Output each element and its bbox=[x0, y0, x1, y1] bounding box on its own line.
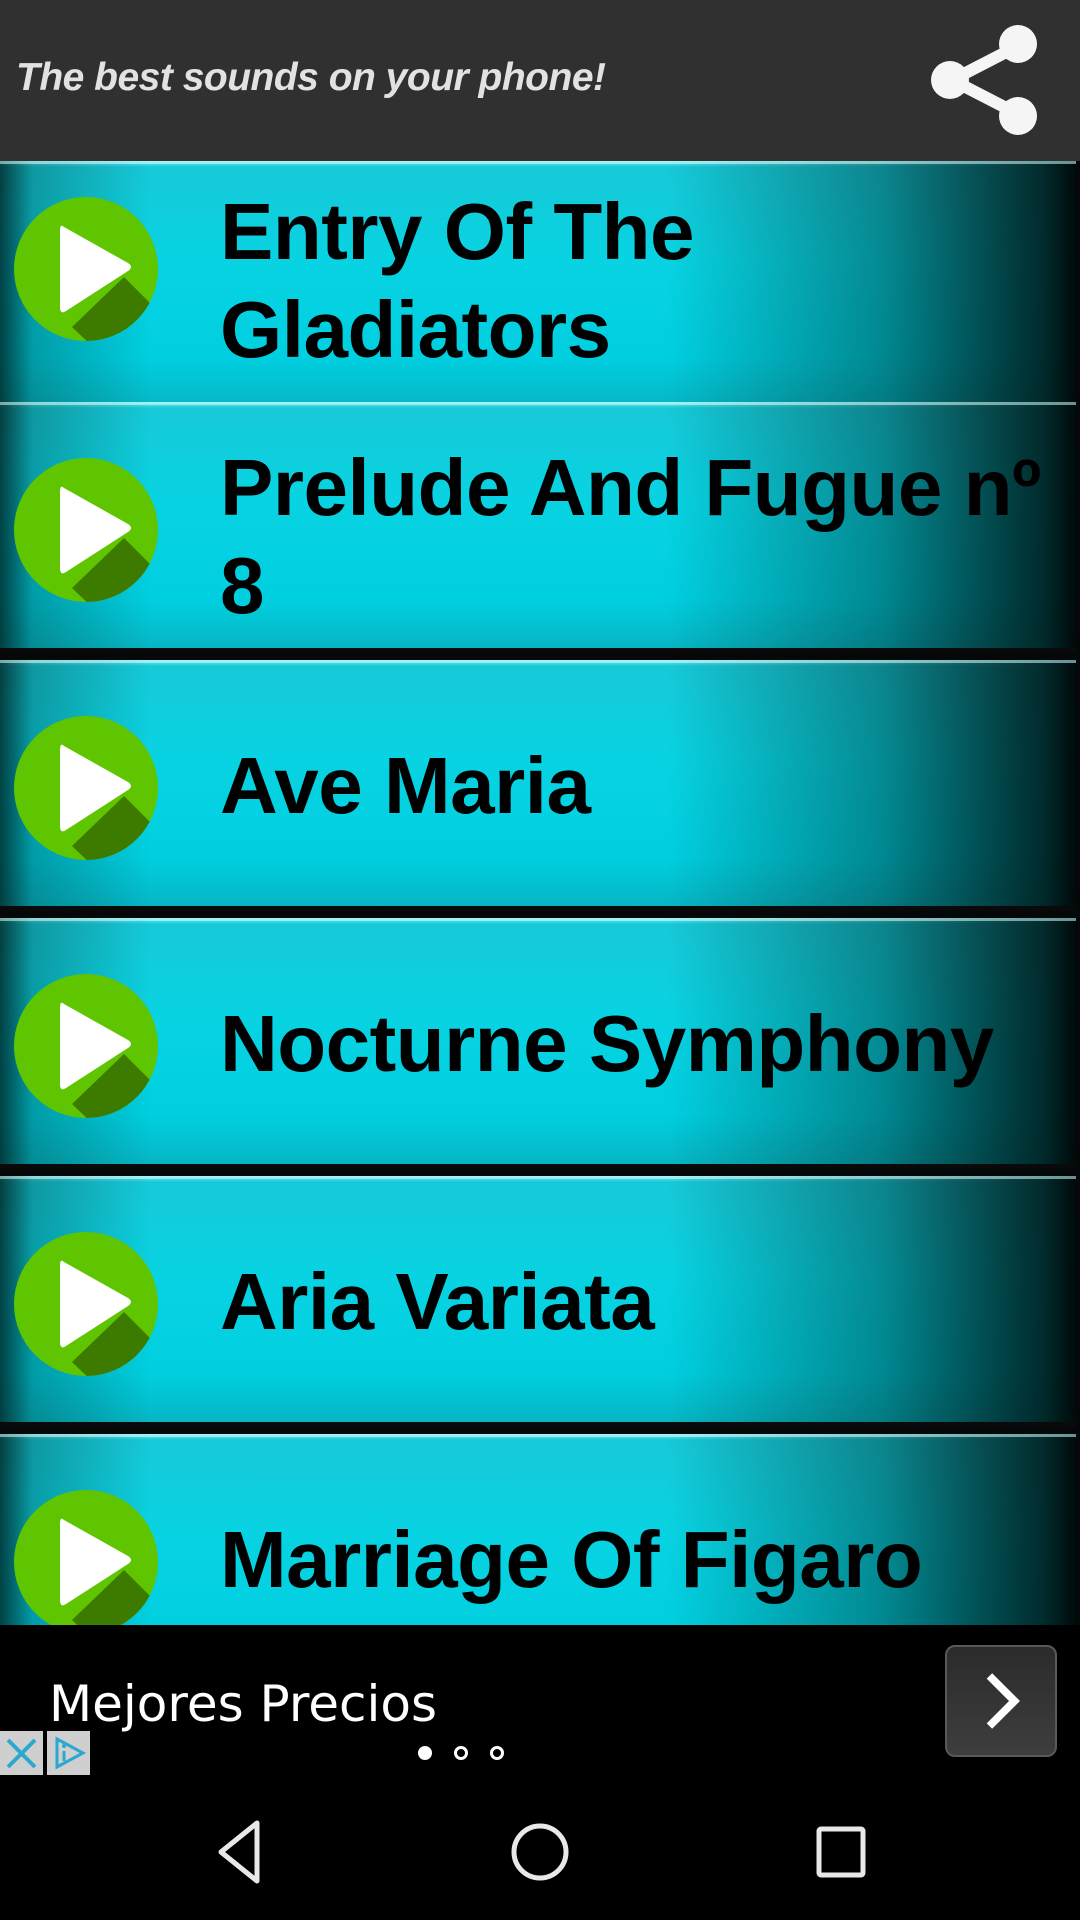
recents-icon[interactable] bbox=[805, 1817, 875, 1887]
sound-item[interactable]: Entry Of The Gladiators bbox=[0, 161, 1076, 412]
sound-title: Aria Variata bbox=[220, 1257, 655, 1346]
carousel-dot-active[interactable] bbox=[418, 1746, 432, 1760]
sound-title: Nocturne Symphony bbox=[220, 999, 994, 1088]
sound-title: Marriage Of Figaro bbox=[220, 1515, 923, 1604]
share-icon[interactable] bbox=[930, 22, 1042, 138]
app-header: The best sounds on your phone! bbox=[0, 0, 1080, 161]
sound-item[interactable]: Marriage Of Figaro bbox=[0, 1434, 1076, 1625]
ad-carousel-indicator bbox=[418, 1743, 504, 1763]
play-icon[interactable] bbox=[14, 974, 158, 1118]
close-icon[interactable] bbox=[0, 1731, 43, 1775]
sound-item[interactable]: Aria Variata bbox=[0, 1176, 1076, 1427]
carousel-dot[interactable] bbox=[490, 1746, 504, 1760]
sound-item[interactable]: Prelude And Fugue nº 8 bbox=[0, 402, 1076, 653]
header-title: The best sounds on your phone! bbox=[16, 56, 606, 99]
chevron-right-icon[interactable] bbox=[945, 1645, 1057, 1757]
play-icon[interactable] bbox=[14, 1490, 158, 1625]
play-icon[interactable] bbox=[14, 716, 158, 860]
back-icon[interactable] bbox=[205, 1817, 275, 1887]
sound-item[interactable]: Nocturne Symphony bbox=[0, 918, 1076, 1169]
sound-list[interactable]: Entry Of The Gladiators Prelude And Fugu… bbox=[0, 161, 1080, 1625]
sound-title: Entry Of The Gladiators bbox=[220, 187, 695, 374]
adchoices-icon[interactable] bbox=[47, 1731, 90, 1775]
play-icon[interactable] bbox=[14, 1232, 158, 1376]
ad-headline[interactable]: Mejores Precios bbox=[49, 1675, 437, 1733]
home-icon[interactable] bbox=[505, 1817, 575, 1887]
sound-title: Prelude And Fugue nº 8 bbox=[220, 443, 1041, 630]
ad-banner[interactable]: Mejores Precios bbox=[0, 1625, 1080, 1775]
system-nav-bar bbox=[0, 1775, 1080, 1920]
sound-item[interactable]: Ave Maria bbox=[0, 660, 1076, 911]
play-icon[interactable] bbox=[14, 197, 158, 341]
carousel-dot[interactable] bbox=[454, 1746, 468, 1760]
play-icon[interactable] bbox=[14, 458, 158, 602]
sound-title: Ave Maria bbox=[220, 741, 591, 830]
